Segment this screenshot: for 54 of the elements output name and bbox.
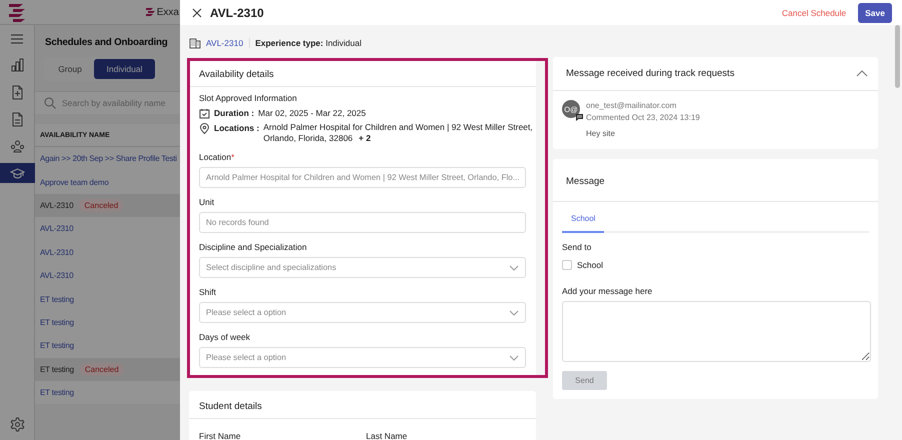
availability-name: ET testing <box>40 364 74 374</box>
section-title: Slot Approved Information <box>199 93 298 103</box>
card-title: Student details <box>199 401 262 412</box>
comment-text: Hey site <box>586 128 616 140</box>
field-label: Last Name <box>366 431 408 440</box>
duration-value: Mar 02, 2025 - Mar 22, 2025 <box>258 108 366 118</box>
availability-link[interactable]: ET testing <box>40 318 74 327</box>
comment-author: one_test@mailinator.com <box>586 100 678 112</box>
availability-name: AVL-2310 <box>40 200 74 210</box>
availability-link[interactable]: ET testing <box>40 388 74 398</box>
more-count: + 2 <box>358 133 371 143</box>
locations-value: Orlando, Florida, 32806 <box>263 133 353 143</box>
locations-value: Arnold Palmer Hospital for Children and Women | 92 West Miller Street, <box>263 122 533 132</box>
card-title: Message <box>566 176 605 187</box>
availability-link[interactable]: AVL-2310 <box>206 38 250 48</box>
field-label: Send to <box>562 242 592 252</box>
field-label: Shift <box>199 287 218 297</box>
duration-label: Duration : <box>214 108 254 118</box>
comment-time: Commented Oct 23, 2024 13:19 <box>586 112 700 124</box>
field-label: Days of week <box>199 332 252 342</box>
availability-link[interactable]: ET testing <box>40 294 74 304</box>
input-field[interactable]: No records found <box>199 212 526 233</box>
experience-type-text: Experience type: Individual <box>255 38 362 48</box>
cancel-schedule-link[interactable]: Cancel Schedule <box>782 8 846 18</box>
select-field[interactable]: Arnold Palmer Hospital for Children and Women | 92 West Miller Street, Orlando, Flo... <box>199 167 526 188</box>
status-badge: Canceled <box>80 362 124 376</box>
availability-link[interactable]: AVL-2310 <box>40 271 74 280</box>
card-title: Message received during track requests <box>566 68 734 79</box>
tab[interactable]: School <box>562 214 604 233</box>
availability-link[interactable]: AVL-2310 <box>40 248 74 257</box>
save-button[interactable]: Save <box>858 2 892 22</box>
field-label: Add your message here <box>562 286 654 296</box>
logo-text: Exxa <box>156 6 180 18</box>
page-title: Schedules and Onboarding <box>44 36 169 48</box>
checkbox-label: School <box>577 260 603 270</box>
drawer-title: AVL-2310 <box>210 6 264 20</box>
availability-link[interactable]: AVL-2310 <box>40 224 74 234</box>
toggle-option[interactable]: Individual <box>94 59 155 79</box>
field-label: Discipline and Specialization <box>199 242 308 252</box>
availability-link[interactable]: Approve team demo <box>40 178 109 187</box>
field-label: Location* <box>199 152 236 162</box>
status-badge: Canceled <box>79 198 124 212</box>
availability-link[interactable]: ET testing <box>40 341 74 350</box>
availability-link[interactable]: Again >> 20th Sep >> Share Profile Testi <box>40 154 177 164</box>
select-field[interactable]: Please select a option <box>199 347 526 368</box>
field-label: Unit <box>199 197 216 207</box>
toggle-option[interactable]: Group <box>46 59 94 79</box>
card-title: Availability details <box>199 69 274 80</box>
locations-label: Locations : <box>214 123 260 133</box>
search-input[interactable]: Search by availability name <box>62 98 172 108</box>
select-field[interactable]: Select discipline and specializations <box>199 257 526 278</box>
field-label: First Name <box>199 431 242 440</box>
select-field[interactable]: Please select a option <box>199 302 526 323</box>
search-field[interactable]: Search by availability name <box>35 91 180 114</box>
